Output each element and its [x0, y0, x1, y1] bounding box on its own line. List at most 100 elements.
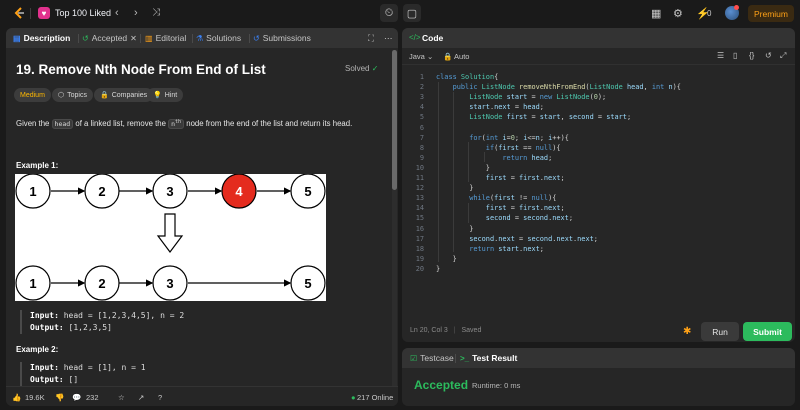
problem-list-title[interactable]: Top 100 Liked: [55, 8, 111, 18]
auto-mode[interactable]: 🔒 Auto: [443, 52, 469, 61]
code-editor[interactable]: 1 class Solution{2 public ListNode remove…: [402, 70, 795, 310]
settings-icon[interactable]: ⚙: [673, 7, 683, 20]
result-tabs: ☑ Testcase >_ Test Result: [402, 348, 795, 368]
debug-icon[interactable]: ✱: [683, 326, 691, 337]
leetcode-logo[interactable]: [12, 6, 26, 20]
star-icon[interactable]: ☆: [118, 393, 125, 402]
description-scrollbar[interactable]: [392, 50, 397, 190]
line-number: 9: [419, 153, 424, 162]
tab-submissions[interactable]: ↺ Submissions: [253, 33, 311, 43]
problem-list-icon[interactable]: ♥: [38, 7, 50, 19]
premium-button[interactable]: Premium: [748, 5, 794, 22]
code-text: while(first != null){: [469, 194, 557, 203]
tab-accepted[interactable]: ↺ Accepted ✕: [82, 33, 137, 43]
document-icon: ▤: [13, 33, 21, 43]
format-icon[interactable]: ☰: [717, 51, 724, 60]
line-number: 11: [415, 174, 424, 182]
code-text: if(first == null){: [485, 143, 561, 152]
comment-count: 232: [86, 393, 99, 402]
topics-tag[interactable]: ⬡ Topics: [52, 88, 93, 102]
lock-icon: 🔒: [443, 52, 453, 61]
description-tabs: ▤ Description ↺ Accepted ✕ ▥ Editorial ⚗…: [6, 28, 398, 48]
line-number: 5: [419, 113, 424, 122]
language-select[interactable]: Java ⌄: [409, 52, 433, 61]
run-button[interactable]: Run: [701, 322, 739, 341]
maximize-icon[interactable]: ⛶: [368, 33, 374, 44]
line-number: 14: [415, 204, 424, 213]
checkbox-icon: ☑: [410, 353, 418, 363]
line-number: 1: [419, 73, 424, 81]
braces-icon[interactable]: {}: [749, 51, 754, 60]
node-label: 4: [235, 184, 243, 199]
shuffle-icon[interactable]: ⤨: [152, 7, 160, 19]
line-number: 15: [415, 214, 424, 223]
share-icon[interactable]: ↗: [138, 393, 144, 402]
lock-icon: 🔒: [100, 92, 109, 99]
notification-dot: [734, 5, 739, 10]
line-number: 17: [415, 234, 424, 243]
help-icon[interactable]: ?: [158, 393, 162, 402]
prev-problem-icon[interactable]: ‹: [115, 7, 119, 19]
reset-icon[interactable]: ↺: [765, 51, 772, 60]
online-dot: ●: [351, 393, 356, 402]
tab-solutions[interactable]: ⚗ Solutions: [196, 33, 241, 43]
example-title: Example 2:: [16, 345, 59, 354]
node-label: 1: [29, 184, 36, 199]
bookmark-icon[interactable]: ▯: [733, 51, 737, 60]
difficulty-badge: Medium: [14, 88, 51, 102]
line-number: 12: [415, 184, 424, 193]
line-number: 8: [419, 143, 424, 152]
flask-icon: ⚗: [196, 33, 204, 43]
result-status: Accepted: [414, 378, 469, 392]
next-problem-icon[interactable]: ›: [134, 7, 138, 19]
line-number: 19: [415, 254, 424, 263]
submit-button[interactable]: Submit: [743, 322, 792, 341]
tab-divider: [455, 354, 456, 363]
code-text: }: [436, 254, 457, 263]
problem-description: Given the head of a linked list, remove …: [16, 119, 353, 130]
code-text: for(int i=0; i<=n; i++){: [469, 133, 569, 142]
node-label: 1: [29, 276, 36, 291]
solved-status: Solved ✓: [345, 64, 379, 73]
tab-editorial[interactable]: ▥ Editorial: [145, 33, 186, 43]
layout-icon[interactable]: ▦: [651, 7, 661, 20]
node-label: 2: [98, 276, 105, 291]
top-list: 1 2 3 4 5: [15, 174, 326, 209]
code-text: start.next = head;: [469, 103, 544, 112]
description-content: 19. Remove Nth Node From End of List Sol…: [6, 48, 391, 386]
linked-list-diagram: 1 2 3 4 5 1 2 3 5: [15, 174, 326, 301]
line-number: 2: [419, 83, 424, 92]
example-title: Example 1:: [16, 161, 59, 170]
notes-icon[interactable]: ▢: [403, 4, 421, 22]
line-number: 4: [419, 103, 424, 112]
code-panel: </> Code Java ⌄ 🔒 Auto ☰ ▯ {} ↺ ⤢ 1 class…: [402, 28, 795, 342]
history-icon: ↺: [253, 33, 260, 43]
comment-icon[interactable]: 💬: [72, 393, 81, 402]
example-2-io: Input: head = [1], n = 1 Output: []: [20, 362, 146, 386]
code-text: }: [436, 163, 490, 172]
more-icon[interactable]: ⋯: [384, 33, 393, 44]
thumbs-up-icon[interactable]: 👍: [12, 393, 21, 402]
tab-description[interactable]: ▤ Description: [13, 33, 70, 43]
tab-test-result[interactable]: >_ Test Result: [460, 353, 517, 363]
timer-icon[interactable]: ⏲: [380, 4, 398, 22]
code-text: }: [436, 264, 441, 273]
bottom-list: 1 2 3 5: [15, 265, 326, 301]
check-icon: ↺: [82, 33, 89, 43]
expand-icon[interactable]: ⤢: [780, 51, 786, 61]
line-number: 13: [415, 194, 424, 203]
line-number: 10: [415, 163, 424, 172]
tab-divider: [140, 34, 141, 43]
chevron-down-icon: ⌄: [426, 52, 434, 61]
divider: [30, 8, 31, 19]
code-text: ListNode first = start, second = start;: [469, 113, 632, 122]
line-number: 16: [415, 224, 424, 233]
close-icon[interactable]: ✕: [130, 34, 137, 43]
description-panel: ▤ Description ↺ Accepted ✕ ▥ Editorial ⚗…: [6, 28, 398, 406]
tab-testcase[interactable]: ☑ Testcase: [410, 353, 454, 363]
code-text: }: [436, 224, 474, 233]
thumbs-down-icon[interactable]: 👎: [55, 393, 64, 402]
editor-status: Ln 20, Col 3 | Saved: [410, 327, 482, 334]
companies-tag[interactable]: 🔒 Companies: [94, 88, 154, 102]
hint-tag[interactable]: 💡 Hint: [147, 88, 184, 102]
